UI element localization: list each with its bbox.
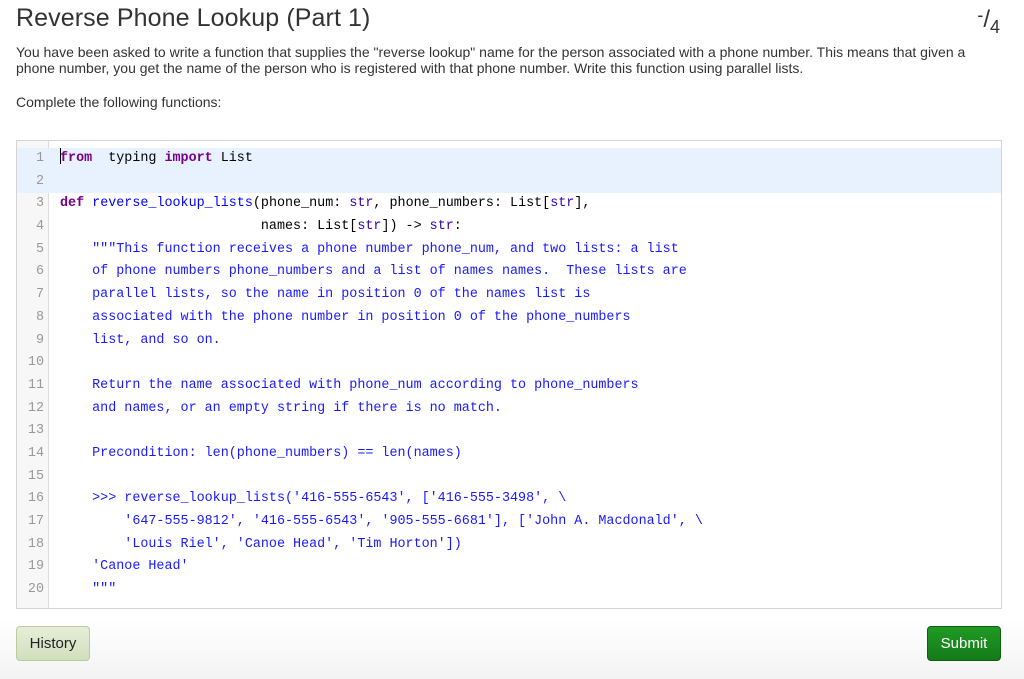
code-token: associated with the phone number in posi… (60, 309, 631, 325)
line-number: 20 (27, 582, 44, 598)
line-number: 14 (27, 445, 44, 461)
code-token: of phone numbers phone_numbers and a lis… (60, 264, 687, 280)
code-token: '647-555-9812', '416-555-6543', '905-555… (60, 514, 703, 529)
code-token: parallel lists, so the name in position … (60, 287, 591, 303)
code-token: import (164, 151, 213, 166)
code-line[interactable]: 20 """ (17, 579, 1001, 602)
line-number: 1 (35, 151, 44, 166)
code-token: """ (60, 582, 117, 598)
code-token: , phone_numbers: List[ (373, 196, 551, 212)
line-number: 10 (27, 355, 44, 371)
code-text[interactable]: list, and so on. (60, 330, 221, 353)
line-number: 6 (35, 264, 44, 280)
page-title: Reverse Phone Lookup (Part 1) (16, 4, 371, 32)
code-line[interactable]: 7 parallel lists, so the name in positio… (17, 284, 1001, 307)
code-line[interactable]: 9 list, and so on. (17, 330, 1001, 353)
code-editor[interactable]: 1 from typing import List 2 3 def reverse_lo… (16, 140, 1002, 609)
code-token: : (453, 219, 462, 235)
code-line[interactable]: 14 Precondition: len(phone_numbers) == l… (17, 443, 1001, 466)
code-token: Return the name associated with phone_nu… (60, 377, 639, 393)
code-token: str (429, 219, 454, 235)
code-token: 'Canoe Head' (60, 559, 189, 575)
line-number: 5 (35, 241, 44, 257)
line-number: 18 (27, 536, 44, 552)
code-token: and names, or an empty string if there i… (60, 400, 502, 416)
code-token: reverse_lookup_lists (92, 196, 253, 212)
code-token: (phone_num: (252, 196, 350, 212)
code-text[interactable]: and names, or an empty string if there i… (60, 398, 502, 421)
line-number: 15 (27, 468, 44, 484)
code-lines[interactable]: 1 from typing import List 2 3 def reverse_lo… (17, 148, 1001, 602)
code-text[interactable]: parallel lists, so the name in position … (60, 284, 590, 307)
code-text[interactable]: def reverse_lookup_lists(phone_num: str,… (60, 193, 590, 216)
code-line[interactable]: 2 (17, 170, 1001, 194)
code-text[interactable]: Return the name associated with phone_nu… (60, 375, 639, 398)
code-line[interactable]: 5 """This function receives a phone numb… (17, 239, 1001, 262)
submit-button[interactable]: Submit (927, 626, 1001, 661)
code-line[interactable]: 12 and names, or an empty string if ther… (17, 398, 1001, 421)
code-text[interactable]: 'Louis Riel', 'Canoe Head', 'Tim Horton'… (60, 534, 462, 557)
line-number: 19 (27, 559, 44, 575)
code-token: from (60, 151, 93, 166)
line-number: 11 (27, 377, 44, 393)
line-number: 7 (35, 287, 44, 303)
code-token: List (212, 151, 253, 166)
code-token: str (357, 219, 382, 235)
code-line[interactable]: 15 (17, 466, 1001, 489)
code-text[interactable]: associated with the phone number in posi… (60, 307, 631, 330)
code-text[interactable]: 'Canoe Head' (60, 556, 189, 579)
line-number: 8 (35, 309, 44, 325)
code-token: str (550, 196, 575, 212)
code-line[interactable]: 19 'Canoe Head' (17, 556, 1001, 579)
code-line[interactable]: 18 'Louis Riel', 'Canoe Head', 'Tim Hort… (17, 534, 1001, 557)
code-token: Precondition: len(phone_numbers) == len(… (60, 445, 462, 461)
code-token: >>> reverse_lookup_lists('416-555-6543',… (60, 491, 567, 507)
code-text[interactable]: of phone numbers phone_numbers and a lis… (60, 261, 687, 284)
score-indicator: -/4 (977, 5, 1000, 37)
code-line[interactable]: 6 of phone numbers phone_numbers and a l… (17, 261, 1001, 284)
code-line[interactable]: 13 (17, 420, 1001, 443)
code-token: typing (92, 151, 165, 166)
line-number: 13 (27, 423, 44, 439)
problem-description: You have been asked to write a function … (16, 44, 966, 76)
instructions-text: Complete the following functions: (16, 94, 222, 110)
code-token: """This function receives a phone number… (60, 241, 679, 257)
code-line[interactable]: 8 associated with the phone number in po… (17, 307, 1001, 330)
line-number: 2 (35, 173, 44, 189)
line-number: 17 (27, 514, 44, 529)
code-token: ]) -> (381, 219, 430, 235)
history-button[interactable]: History (16, 626, 90, 661)
score-slash: / (983, 6, 990, 33)
code-text[interactable]: from typing import List (60, 148, 253, 171)
line-number: 16 (27, 491, 44, 507)
code-line[interactable]: 17 '647-555-9812', '416-555-6543', '905-… (17, 511, 1001, 534)
code-token: str (349, 196, 374, 212)
code-line[interactable]: 4 names: List[str]) -> str: (17, 216, 1001, 239)
code-token: 'Louis Riel', 'Canoe Head', 'Tim Horton'… (60, 536, 462, 552)
code-text[interactable]: Precondition: len(phone_numbers) == len(… (60, 443, 462, 466)
code-line[interactable]: 1 from typing import List (17, 148, 1001, 171)
code-token: def (60, 196, 85, 212)
line-number: 3 (35, 196, 44, 212)
score-earned: - (977, 5, 984, 25)
line-number: 9 (35, 332, 44, 348)
code-text[interactable]: >>> reverse_lookup_lists('416-555-6543',… (60, 488, 566, 511)
page-footer-background (0, 619, 1024, 679)
line-number: 12 (27, 400, 44, 416)
code-text[interactable]: '647-555-9812', '416-555-6543', '905-555… (60, 511, 703, 534)
code-token: names: List[ (60, 219, 358, 235)
score-total: 4 (989, 17, 1000, 37)
code-line[interactable]: 16 >>> reverse_lookup_lists('416-555-654… (17, 488, 1001, 511)
code-text[interactable]: """ (60, 579, 116, 602)
code-text[interactable]: names: List[str]) -> str: (60, 216, 462, 239)
code-token: ], (574, 196, 591, 212)
code-token: list, and so on. (60, 332, 221, 348)
code-line[interactable]: 10 (17, 352, 1001, 375)
code-text[interactable]: """This function receives a phone number… (60, 239, 679, 262)
code-line[interactable]: 3 def reverse_lookup_lists(phone_num: str… (17, 193, 1001, 216)
code-line[interactable]: 11 Return the name associated with phone… (17, 375, 1001, 398)
line-number: 4 (35, 219, 44, 235)
